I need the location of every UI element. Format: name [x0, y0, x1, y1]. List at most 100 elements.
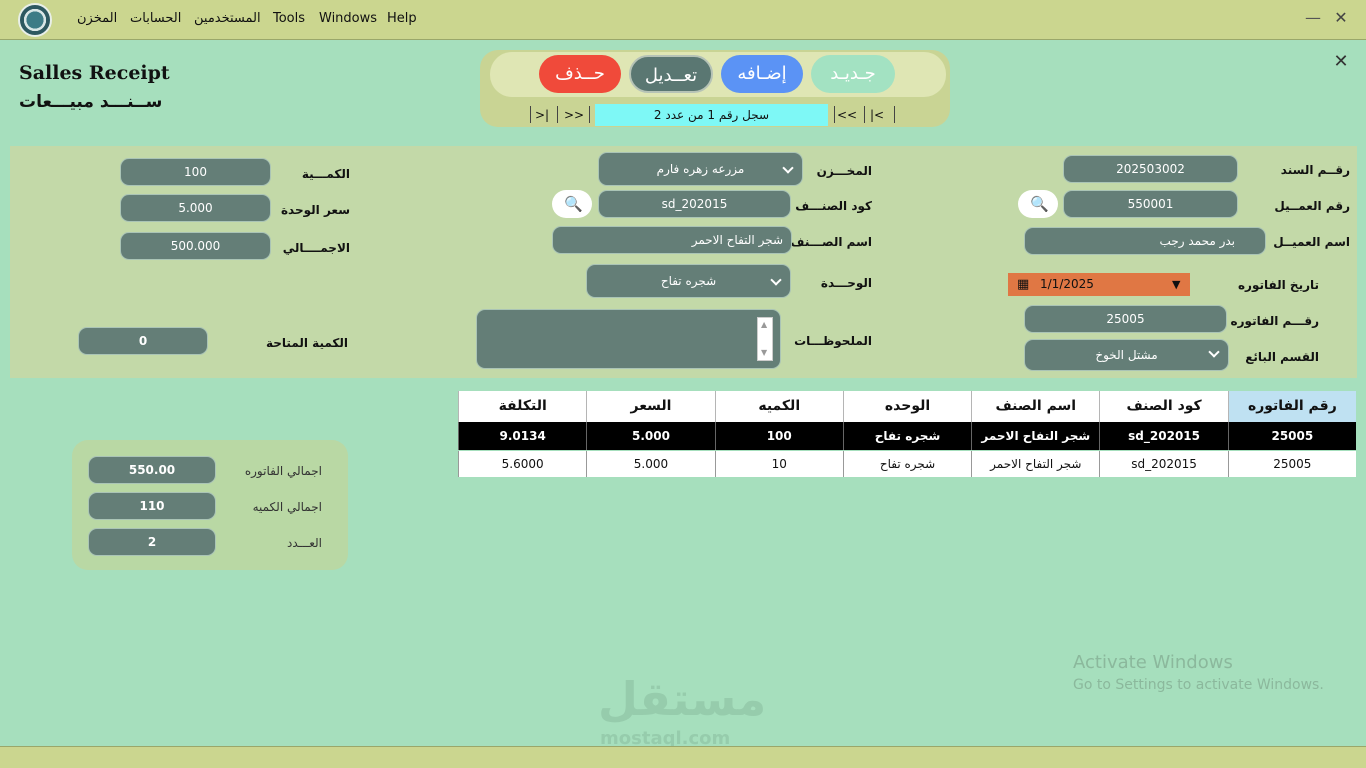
page-title: Salles Receipt — [19, 62, 170, 84]
table-cell: 10 — [714, 451, 843, 477]
notes-label: الملحوظـــات — [794, 334, 872, 348]
activate-windows-subtext: Go to Settings to activate Windows. — [1073, 677, 1324, 693]
invoice-date-picker[interactable]: ▦ 1/1/2025 ▼ — [1008, 273, 1190, 296]
receipt-no-field[interactable]: 202503002 — [1063, 155, 1238, 183]
total-field[interactable]: 500.000 — [120, 232, 271, 260]
table-cell: 5.000 — [586, 451, 715, 477]
chevron-down-icon: ▼ — [1172, 278, 1181, 291]
item-search-button[interactable]: 🔍 — [552, 190, 592, 218]
notes-scrollbar[interactable]: ▲ ▼ — [757, 317, 773, 361]
column-header[interactable]: اسم الصنف — [971, 391, 1100, 422]
unit-value: شجره تفاح — [660, 274, 717, 288]
menu-tools[interactable]: Tools — [273, 11, 305, 26]
search-icon: 🔍 — [1030, 195, 1049, 213]
activate-windows-watermark: Activate Windows — [1073, 652, 1233, 673]
invoice-no-label: رقـــم الفاتوره — [1230, 314, 1319, 328]
sales-dept-select[interactable]: مشتل الخوخ — [1024, 339, 1229, 371]
invoice-date-label: تاريخ الفاتوره — [1237, 278, 1319, 292]
unit-select[interactable]: شجره تفاح — [586, 264, 791, 298]
item-name-field[interactable]: شجر التفاح الاحمر — [552, 226, 792, 254]
sales-dept-value: مشتل الخوخ — [1095, 348, 1158, 362]
column-header[interactable]: رقم الفاتوره — [1227, 391, 1356, 422]
invoice-no-field[interactable]: 25005 — [1024, 305, 1227, 333]
table-cell: sd_202015 — [1099, 422, 1228, 450]
brand-watermark: مستقل — [598, 672, 767, 726]
add-button[interactable]: إضـافه — [721, 55, 803, 93]
nav-prev-button[interactable]: << — [836, 106, 858, 124]
unit-label: الوحـــدة — [820, 276, 872, 290]
nav-last-button[interactable]: >| — [531, 106, 553, 124]
menu-users[interactable]: المستخدمين — [194, 11, 261, 26]
table-row[interactable]: 25005 sd_202015 شجر التفاح الاحمر شجره ت… — [458, 422, 1356, 450]
table-header: رقم الفاتوره كود الصنف اسم الصنف الوحده … — [458, 391, 1356, 422]
table-cell: شجر التفاح الاحمر — [971, 422, 1100, 450]
table-cell: شجره تفاح — [842, 422, 972, 450]
column-header[interactable]: الوحده — [842, 391, 972, 422]
nav-first-button[interactable]: |< — [866, 106, 888, 124]
total-label: الاجمــــالي — [282, 241, 350, 255]
scroll-down-icon: ▼ — [761, 348, 768, 357]
nav-separator — [894, 106, 895, 123]
unit-price-field[interactable]: 5.000 — [120, 194, 271, 222]
chevron-down-icon — [770, 274, 782, 286]
available-qty-label: الكمية المتاحة — [266, 336, 348, 350]
quantity-label: الكمـــية — [301, 167, 350, 181]
item-code-field[interactable]: sd_202015 — [598, 190, 791, 218]
nav-separator — [864, 106, 865, 123]
table-cell: 25005 — [1227, 451, 1356, 477]
table-cell: 5.000 — [586, 422, 715, 450]
count-label: العـــدد — [287, 536, 322, 550]
quantity-field[interactable]: 100 — [120, 158, 271, 186]
store-value: مزرعه زهره فارم — [656, 162, 745, 176]
table-cell: 25005 — [1227, 422, 1356, 450]
table-cell: sd_202015 — [1099, 451, 1228, 477]
invoice-total-label: اجمالي الفاتوره — [244, 464, 322, 478]
customer-search-button[interactable]: 🔍 — [1018, 190, 1058, 218]
customer-no-field[interactable]: 550001 — [1063, 190, 1238, 218]
menu-help[interactable]: Help — [387, 11, 417, 26]
window-close-icon[interactable]: ✕ — [1331, 8, 1351, 28]
nav-separator — [834, 106, 835, 123]
qty-total-label: اجمالي الكميه — [252, 500, 322, 514]
edit-button[interactable]: تعــديل — [629, 55, 713, 93]
available-qty-field: 0 — [78, 327, 208, 355]
chevron-down-icon — [782, 162, 794, 174]
nav-separator — [557, 106, 558, 123]
store-label: المخـــزن — [816, 164, 872, 178]
form-close-icon[interactable]: ✕ — [1331, 52, 1351, 72]
search-icon: 🔍 — [564, 195, 583, 213]
column-header[interactable]: كود الصنف — [1099, 391, 1228, 422]
column-header[interactable]: السعر — [586, 391, 715, 422]
calendar-icon: ▦ — [1017, 277, 1030, 292]
count-field: 2 — [88, 528, 216, 556]
nav-next-button[interactable]: >> — [563, 106, 585, 124]
delete-button[interactable]: حــذف — [539, 55, 621, 93]
table-cell: 100 — [714, 422, 843, 450]
invoice-total-field: 550.00 — [88, 456, 216, 484]
column-header[interactable]: الكميه — [714, 391, 843, 422]
minimize-icon[interactable]: — — [1303, 8, 1323, 28]
receipt-no-label: رقــم السند — [1280, 163, 1350, 177]
menu-store[interactable]: المخزن — [77, 11, 117, 26]
column-header[interactable]: التكلفة — [458, 391, 587, 422]
status-bar — [0, 746, 1366, 768]
table-cell: 9.0134 — [458, 422, 587, 450]
customer-name-field[interactable]: بدر محمد رجب — [1024, 227, 1266, 255]
invoice-date-value: 1/1/2025 — [1040, 277, 1094, 291]
table-cell: شجر التفاح الاحمر — [971, 451, 1100, 477]
new-button[interactable]: جـديـد — [811, 55, 895, 93]
notes-textarea[interactable] — [476, 309, 781, 369]
record-position: سجل رقم 1 من عدد 2 — [595, 104, 828, 126]
menu-accounts[interactable]: الحسابات — [130, 11, 181, 26]
store-select[interactable]: مزرعه زهره فارم — [598, 152, 803, 186]
menu-windows[interactable]: Windows — [319, 11, 377, 26]
qty-total-field: 110 — [88, 492, 216, 520]
customer-no-label: رقم العمــيل — [1274, 199, 1350, 213]
item-name-label: اسم الصـــنف — [790, 235, 872, 249]
page-title-arabic: ســنـــد مبيـــعات — [19, 92, 163, 112]
item-code-label: كود الصنـــف — [795, 199, 872, 213]
app-logo-icon[interactable] — [18, 3, 52, 37]
table-row[interactable]: 25005 sd_202015 شجر التفاح الاحمر شجره ت… — [458, 451, 1356, 477]
table-cell: شجره تفاح — [842, 451, 972, 477]
table-cell: 5.6000 — [458, 451, 587, 477]
